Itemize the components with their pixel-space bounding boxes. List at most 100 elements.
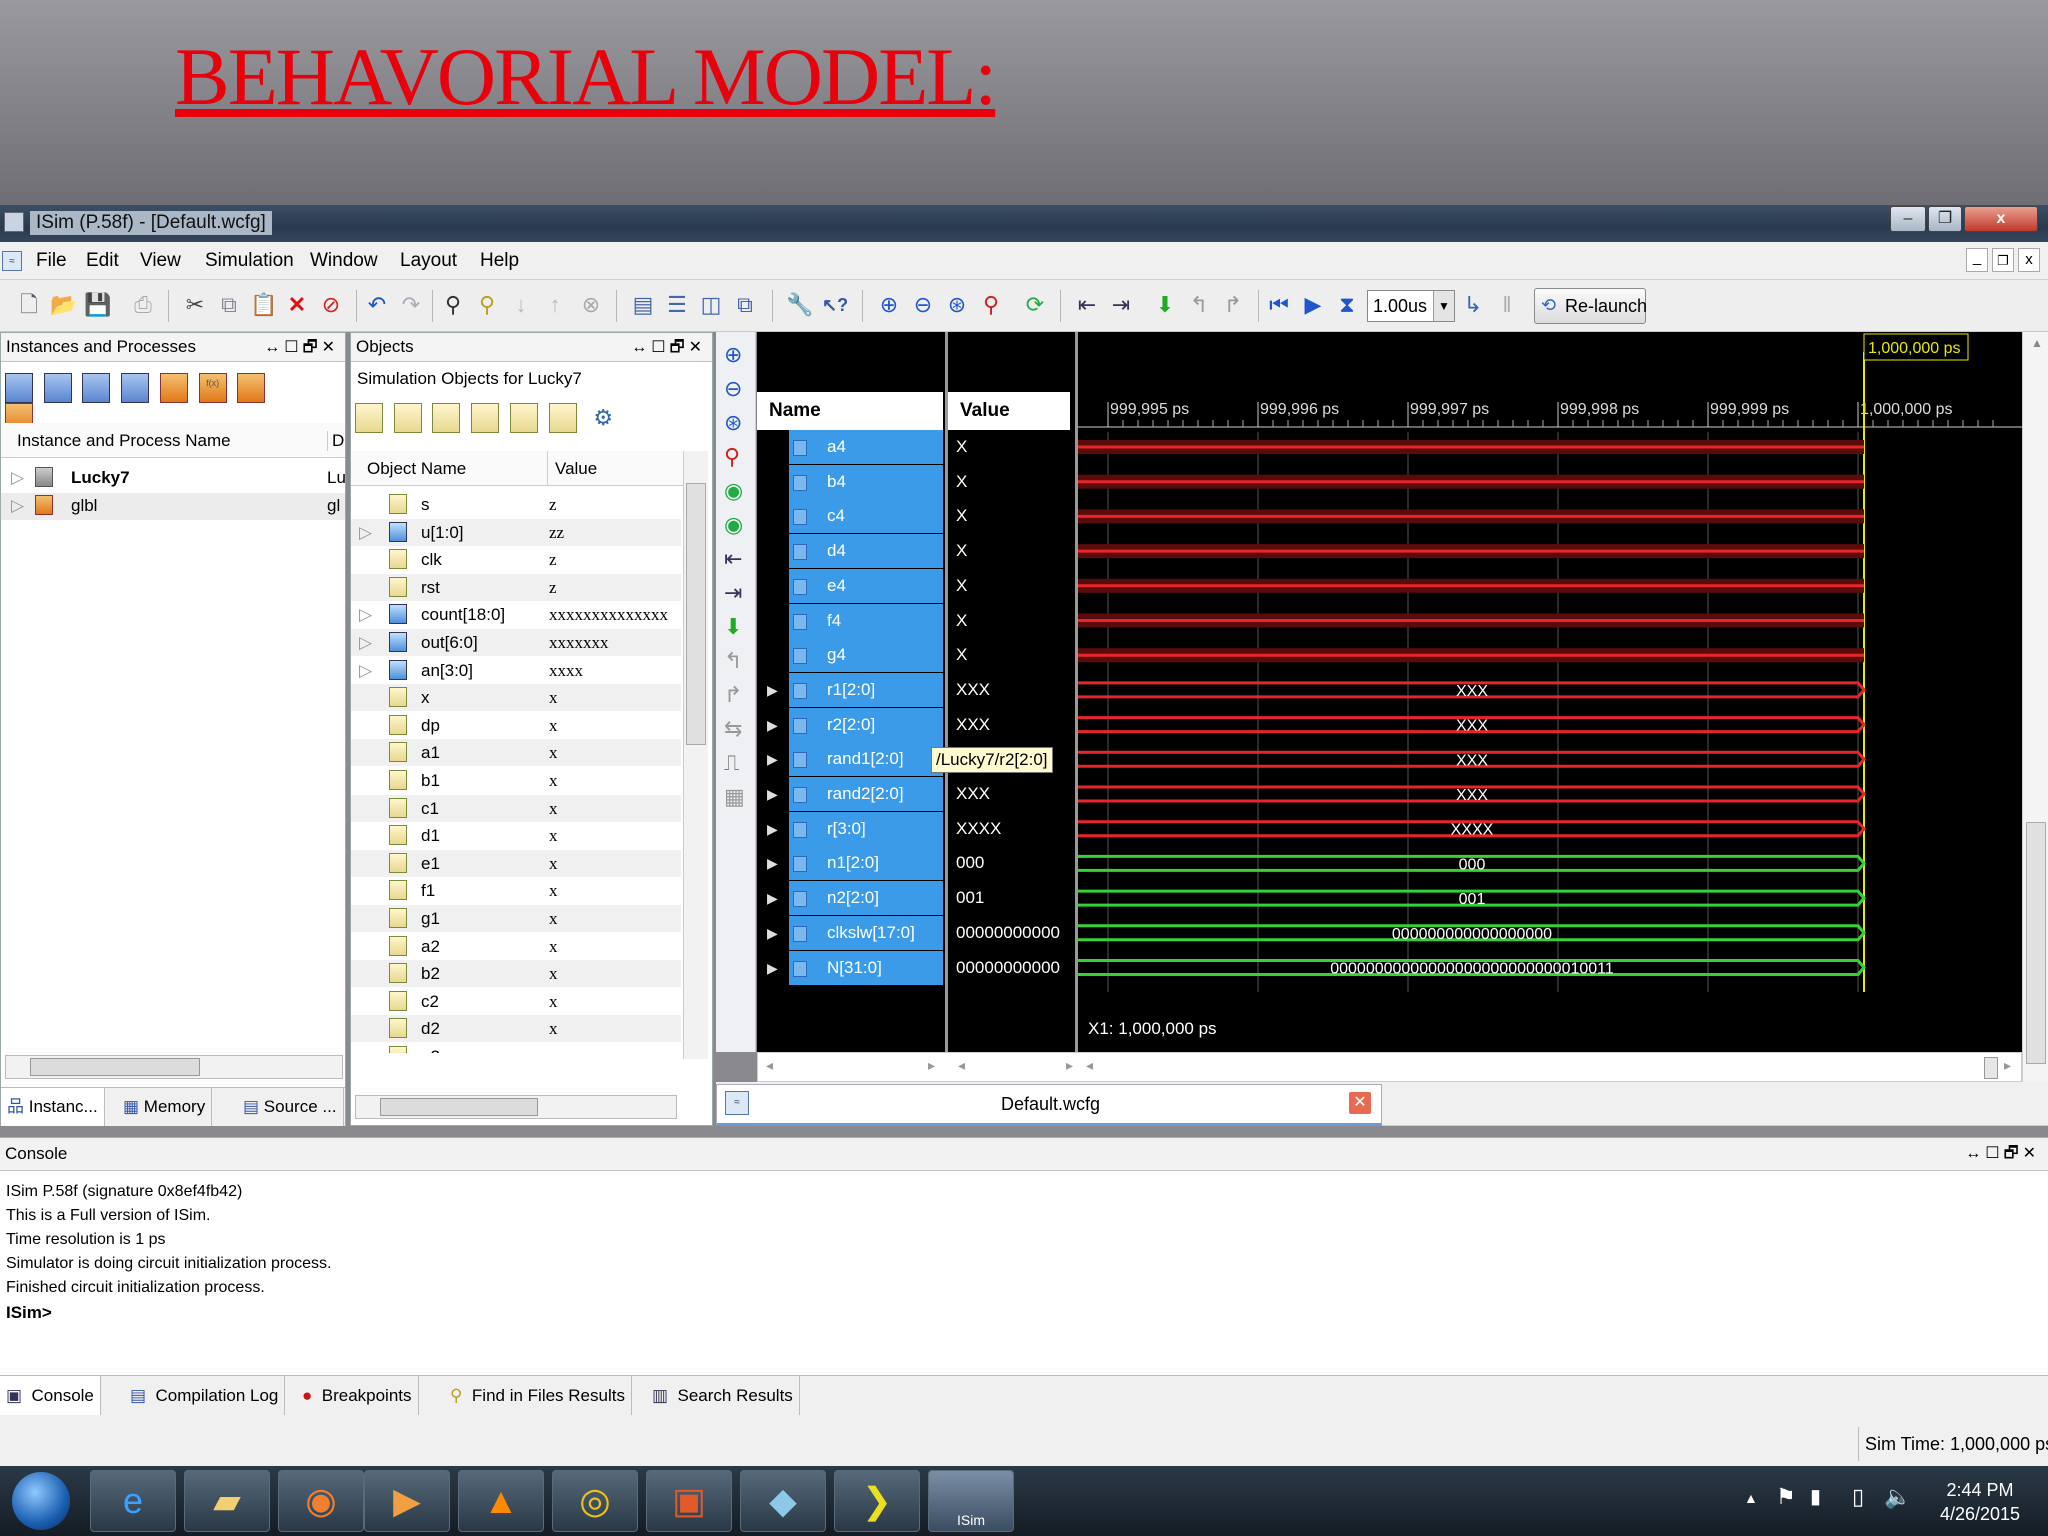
- clock[interactable]: 2:44 PM 4/26/2015: [1930, 1478, 2030, 1526]
- wave-signal-name[interactable]: ▶ clkslw[17:0]: [757, 915, 945, 950]
- scrollbar-thumb[interactable]: [30, 1058, 200, 1076]
- expand-icon[interactable]: ▶: [767, 708, 778, 742]
- object-row[interactable]: b2 x: [351, 960, 681, 988]
- menu-simulation[interactable]: Simulation: [205, 250, 294, 272]
- block-icon[interactable]: [121, 373, 150, 403]
- scroll-right-icon[interactable]: ▸: [928, 1057, 935, 1074]
- zoom-fit-icon[interactable]: ⊛: [944, 292, 970, 318]
- menu-edit[interactable]: Edit: [86, 250, 119, 272]
- copy-icon[interactable]: ⧉: [216, 292, 242, 318]
- undo-icon[interactable]: ↶: [364, 292, 390, 318]
- waveform-plot[interactable]: 999,995 ps 999,996 ps 999,997 ps 999,998 ps…: [1078, 332, 2022, 1052]
- wave-signal-name[interactable]: ▶ rand1[2:0]: [757, 742, 945, 777]
- expand-icon[interactable]: ▷: [359, 661, 372, 681]
- object-row[interactable]: d2 x: [351, 1015, 681, 1043]
- object-row[interactable]: c2 x: [351, 988, 681, 1015]
- object-row[interactable]: ▷ count[18:0] xxxxxxxxxxxxxx: [351, 601, 681, 628]
- wave-signal-name[interactable]: ▶ r[3:0]: [757, 811, 945, 846]
- save-icon[interactable]: 💾: [84, 292, 111, 318]
- zoom-out-icon[interactable]: ⊖: [910, 292, 936, 318]
- next-marker-icon[interactable]: ↱: [724, 678, 745, 712]
- file-explorer-icon[interactable]: ▰: [184, 1470, 270, 1532]
- mdi-restore-button[interactable]: ❐: [1992, 248, 2014, 272]
- object-row[interactable]: d1 x: [351, 822, 681, 849]
- menu-file[interactable]: File: [36, 250, 67, 272]
- wave-signal-name[interactable]: e4: [757, 568, 945, 603]
- powerpoint-icon[interactable]: ▣: [646, 1470, 732, 1532]
- zoom-out-icon[interactable]: ⊖: [724, 372, 745, 406]
- expand-icon[interactable]: ▷: [11, 496, 24, 516]
- tree-item-glbl[interactable]: ▷ glbl gl: [1, 493, 345, 520]
- action-center-icon[interactable]: ⚑: [1776, 1484, 1796, 1510]
- find-in-files-icon[interactable]: ⚲: [474, 292, 500, 318]
- menu-window[interactable]: Window: [310, 250, 378, 272]
- object-row[interactable]: b1 x: [351, 767, 681, 794]
- scroll-left-icon[interactable]: ◂: [766, 1057, 773, 1074]
- object-row[interactable]: a2 x: [351, 933, 681, 960]
- function-icon[interactable]: f(x): [198, 373, 227, 403]
- object-row[interactable]: e2 x: [351, 1043, 681, 1053]
- tile-horizontal-icon[interactable]: ☰: [664, 292, 690, 318]
- vlc-icon[interactable]: ▲: [458, 1470, 544, 1532]
- close-tab-icon[interactable]: ✕: [1349, 1092, 1371, 1114]
- inout-filter-icon[interactable]: [432, 403, 461, 433]
- tree-item-lucky7[interactable]: ▷ Lucky7 Lu: [1, 465, 346, 492]
- expand-icon[interactable]: ▶: [767, 812, 778, 846]
- expand-icon[interactable]: ▶: [767, 951, 778, 985]
- scrollbar-thumb[interactable]: [1984, 1057, 1998, 1079]
- redo-icon[interactable]: ↷: [398, 292, 424, 318]
- restart-icon[interactable]: ⏮: [1266, 292, 1292, 318]
- step-icon[interactable]: ⬇: [1152, 292, 1178, 318]
- object-row[interactable]: clk z: [351, 546, 681, 573]
- go-to-start-icon[interactable]: ◉: [724, 474, 745, 508]
- expand-icon[interactable]: ▶: [767, 881, 778, 915]
- task-icon[interactable]: [237, 373, 266, 403]
- tab-search-results[interactable]: ▥ Search Results: [646, 1376, 800, 1416]
- clear-icon[interactable]: ⊗: [578, 292, 604, 318]
- expand-icon[interactable]: ▷: [359, 523, 372, 543]
- xilinx-icon[interactable]: ❯: [834, 1470, 920, 1532]
- expand-icon[interactable]: ▷: [11, 468, 24, 488]
- snap-icon[interactable]: ⎍: [724, 746, 745, 780]
- process-icon[interactable]: [82, 373, 111, 403]
- expand-icon[interactable]: ▶: [767, 673, 778, 707]
- input-filter-icon[interactable]: [355, 403, 383, 433]
- object-row[interactable]: sz: [351, 491, 681, 518]
- panel-controls[interactable]: ↔☐🗗✕: [631, 336, 706, 363]
- tab-compilation-log[interactable]: ▤ Compilation Log: [124, 1376, 286, 1416]
- wave-signal-name[interactable]: ▶ N[31:0]: [757, 950, 945, 985]
- scrollbar-thumb[interactable]: [2026, 822, 2046, 1064]
- wrench-icon[interactable]: 🔧: [786, 292, 813, 318]
- menu-help[interactable]: Help: [480, 250, 519, 272]
- minimize-button[interactable]: –: [1890, 206, 1926, 232]
- mdi-minimize-button[interactable]: _: [1966, 248, 1988, 272]
- previous-transition-icon[interactable]: ⇤: [724, 542, 745, 576]
- arrow-up-icon[interactable]: ↑: [542, 292, 568, 318]
- isim-taskbar-button[interactable]: ISim: [928, 1470, 1014, 1532]
- scroll-right-icon[interactable]: ▸: [2004, 1057, 2011, 1074]
- delete-icon[interactable]: ✕: [284, 292, 310, 318]
- firefox-icon[interactable]: ◉: [278, 1470, 364, 1532]
- signal-icon[interactable]: ▮: [1810, 1484, 1821, 1509]
- tile-vertical-icon[interactable]: ◫: [698, 292, 724, 318]
- run-for-time-icon[interactable]: ⧗: [1334, 292, 1360, 318]
- scroll-right-icon[interactable]: ▸: [1066, 1057, 1073, 1074]
- paste-icon[interactable]: 📋: [250, 292, 277, 318]
- zoom-cursor-icon[interactable]: ⚲: [978, 292, 1004, 318]
- step-time-icon[interactable]: ↳: [1460, 292, 1486, 318]
- zoom-in-icon[interactable]: ⊕: [876, 292, 902, 318]
- previous-marker-icon[interactable]: ↰: [724, 644, 745, 678]
- battery-icon[interactable]: ▯: [1852, 1484, 1864, 1510]
- object-row[interactable]: g1 x: [351, 905, 681, 932]
- expand-icon[interactable]: ▷: [359, 633, 372, 653]
- relaunch-button[interactable]: ⟲ Re-launch: [1534, 288, 1647, 324]
- maximize-button[interactable]: ❐: [1928, 206, 1962, 232]
- constant-filter-icon[interactable]: [509, 403, 538, 433]
- help-pointer-icon[interactable]: ↖?: [822, 292, 848, 318]
- variable-filter-icon[interactable]: [548, 403, 577, 433]
- new-file-icon[interactable]: 🗋: [16, 292, 42, 318]
- find-icon[interactable]: ⚲: [440, 292, 466, 318]
- mdi-close-button[interactable]: x: [2018, 248, 2040, 272]
- run-all-icon[interactable]: ▶: [1300, 292, 1326, 318]
- expand-icon[interactable]: ▶: [767, 846, 778, 880]
